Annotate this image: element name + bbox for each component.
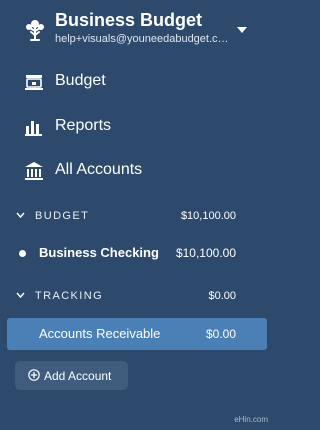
nav-all-accounts[interactable]: All Accounts [0, 153, 274, 189]
account-balance: $0.00 [205, 327, 236, 341]
group-tracking-title: TRACKING [35, 290, 104, 302]
add-account-label: Add Account [44, 369, 112, 383]
group-tracking-header[interactable]: TRACKING $0.00 [0, 286, 274, 308]
chevron-down-icon [16, 292, 25, 298]
group-budget-title: BUDGET [35, 210, 90, 222]
watermark: eHin.com [234, 415, 268, 424]
group-budget-header[interactable]: BUDGET $10,100.00 [0, 206, 274, 228]
group-budget-total: $10,100.00 [180, 210, 236, 222]
group-tracking-total: $0.00 [208, 290, 236, 302]
bar-chart-icon [25, 121, 42, 136]
budget-name: Business Budget [55, 10, 203, 30]
plus-circle-icon [28, 369, 40, 381]
nav-all-accounts-label: All Accounts [55, 161, 143, 178]
nav-reports-label: Reports [55, 117, 112, 134]
nav-reports[interactable]: Reports [0, 109, 274, 145]
account-name: Business Checking [39, 245, 159, 260]
account-business-checking[interactable]: Business Checking $10,100.00 [0, 238, 274, 268]
chevron-down-icon [16, 212, 25, 218]
tree-icon [26, 20, 44, 41]
nav-budget-label: Budget [55, 72, 106, 89]
add-account-button[interactable]: Add Account [15, 361, 128, 390]
nav-budget[interactable]: Budget [0, 64, 274, 100]
account-accounts-receivable[interactable]: Accounts Receivable $0.00 [7, 318, 267, 350]
budget-header[interactable]: Business Budget help+visuals@youneedabud… [0, 0, 274, 56]
account-name: Accounts Receivable [39, 326, 161, 341]
user-email: help+visuals@youneedabudget.com [55, 33, 231, 45]
budget-icon [25, 75, 43, 90]
bank-icon [25, 162, 43, 180]
caret-down-icon[interactable] [237, 27, 247, 33]
account-status-dot [19, 250, 26, 257]
account-balance: $10,100.00 [175, 246, 236, 260]
